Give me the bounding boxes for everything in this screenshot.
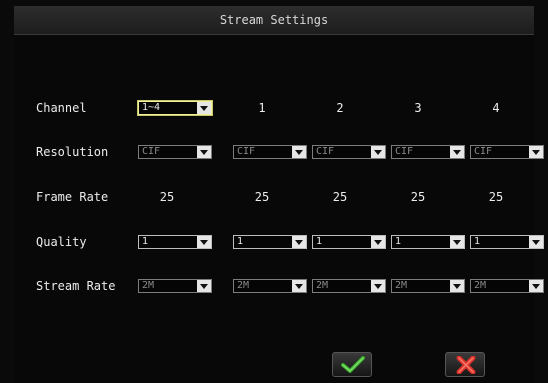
chevron-down-icon[interactable] [197,236,211,248]
quality-ch4-select[interactable]: 1 [470,235,544,249]
quality-ch1-value: 1 [237,236,244,247]
frame-rate-ch1: 25 [254,190,270,204]
frame-rate-label: Frame Rate [36,190,109,204]
resolution-ch4-value: CIF [474,146,493,157]
chevron-down-icon[interactable] [292,280,306,292]
chevron-down-icon[interactable] [197,280,211,292]
stream-rate-ch3-value: 2M [395,280,408,291]
frame-rate-all: 25 [159,190,175,204]
quality-ch3-value: 1 [395,236,402,247]
quality-ch3-select[interactable]: 1 [391,235,465,249]
frame-rate-ch2: 25 [332,190,348,204]
chevron-down-icon[interactable] [529,146,543,158]
channel-column-4: 4 [492,101,500,115]
chevron-down-icon[interactable] [529,280,543,292]
frame-rate-ch3: 25 [410,190,426,204]
resolution-ch4-select[interactable]: CIF [470,145,544,159]
chevron-down-icon[interactable] [450,236,464,248]
channel-select-value: 1~4 [142,102,161,113]
stream-rate-ch3-select[interactable]: 2M [391,279,465,293]
stream-rate-ch4-select[interactable]: 2M [470,279,544,293]
quality-ch4-value: 1 [474,236,481,247]
stream-rate-ch2-select[interactable]: 2M [312,279,386,293]
chevron-down-icon[interactable] [371,146,385,158]
resolution-ch3-value: CIF [395,146,414,157]
x-icon [456,356,476,374]
stream-rate-ch4-value: 2M [474,280,487,291]
chevron-down-icon[interactable] [292,146,306,158]
quality-ch2-select[interactable]: 1 [312,235,386,249]
stream-rate-all-value: 2M [142,280,155,291]
chevron-down-icon[interactable] [450,146,464,158]
chevron-down-icon[interactable] [529,236,543,248]
quality-all-select[interactable]: 1 [138,235,212,249]
quality-label: Quality [36,235,87,249]
channel-label: Channel [36,101,87,115]
channel-column-3: 3 [414,101,422,115]
stream-settings-window: Stream Settings Channel 1~4 1 2 3 4 Reso… [14,6,544,383]
resolution-ch1-value: CIF [237,146,256,157]
check-icon [341,356,365,373]
resolution-label: Resolution [36,145,109,159]
channel-column-2: 2 [336,101,344,115]
resolution-ch2-value: CIF [316,146,335,157]
chevron-down-icon[interactable] [292,236,306,248]
channel-column-1: 1 [258,101,266,115]
cancel-button[interactable] [445,352,485,377]
frame-rate-ch4: 25 [488,190,504,204]
stream-rate-ch1-value: 2M [237,280,250,291]
chevron-down-icon[interactable] [450,280,464,292]
resolution-all-select[interactable]: CIF [138,145,212,159]
chevron-down-icon[interactable] [197,102,211,114]
window-title: Stream Settings [14,6,534,35]
stream-rate-label: Stream Rate [36,279,116,293]
resolution-ch1-select[interactable]: CIF [233,145,307,159]
quality-ch1-select[interactable]: 1 [233,235,307,249]
quality-all-value: 1 [142,236,149,247]
resolution-all-value: CIF [142,146,161,157]
resolution-ch3-select[interactable]: CIF [391,145,465,159]
chevron-down-icon[interactable] [197,146,211,158]
resolution-ch2-select[interactable]: CIF [312,145,386,159]
chevron-down-icon[interactable] [371,236,385,248]
stream-rate-ch2-value: 2M [316,280,329,291]
stream-rate-ch1-select[interactable]: 2M [233,279,307,293]
ok-button[interactable] [332,352,372,377]
stream-rate-all-select[interactable]: 2M [138,279,212,293]
quality-ch2-value: 1 [316,236,323,247]
chevron-down-icon[interactable] [371,280,385,292]
channel-select[interactable]: 1~4 [137,100,213,116]
